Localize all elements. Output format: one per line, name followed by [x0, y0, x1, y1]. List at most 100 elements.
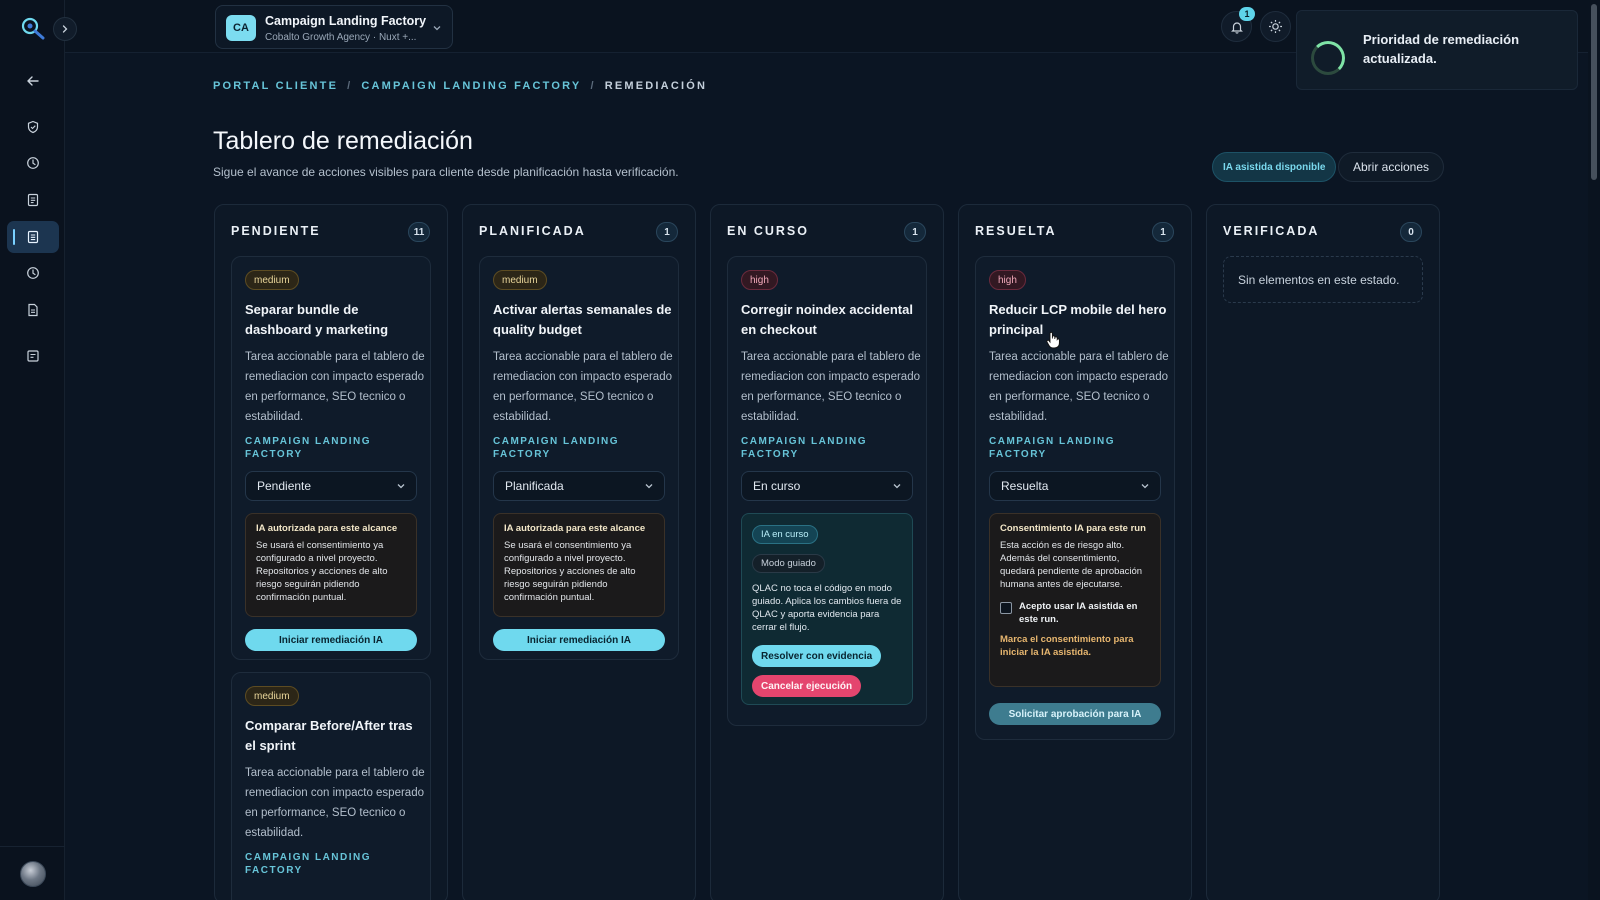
breadcrumb-separator: / — [347, 80, 353, 92]
shield-icon[interactable] — [18, 112, 48, 142]
ai-notice-title: IA autorizada para este alcance — [504, 523, 646, 534]
toast-notification[interactable]: Prioridad de remediación actualizada. — [1296, 10, 1578, 90]
card-project-label: CAMPAIGN LANDING FACTORY — [493, 436, 620, 460]
column-count-badge: 0 — [1400, 222, 1422, 242]
status-select[interactable]: En curso — [741, 471, 913, 501]
page-subtitle: Sigue el avance de acciones visibles par… — [213, 165, 679, 179]
start-ai-remediation-button[interactable]: Iniciar remediación IA — [493, 629, 665, 651]
cancel-execution-button[interactable]: Cancelar ejecución — [752, 675, 862, 697]
start-ai-remediation-button[interactable]: Iniciar remediación IA — [245, 629, 417, 651]
task-card[interactable]: high Corregir noindex accidental en chec… — [727, 256, 927, 726]
column-en-curso: EN CURSO 1 high Corregir noindex acciden… — [710, 204, 944, 900]
column-title: PLANIFICADA — [479, 224, 586, 238]
chevron-down-icon — [1141, 484, 1149, 489]
chevron-down-icon — [645, 484, 653, 489]
sun-icon — [1269, 20, 1282, 33]
breadcrumb-separator: / — [590, 80, 596, 92]
column-title: RESUELTA — [975, 224, 1057, 238]
ai-authorized-notice: IA autorizada para este alcance Se usará… — [245, 513, 417, 617]
open-actions-button[interactable]: Abrir acciones — [1338, 152, 1445, 182]
status-select-value: Resuelta — [1001, 479, 1049, 493]
breadcrumb-portal-link[interactable]: PORTAL CLIENTE — [213, 80, 338, 92]
empty-state: Sin elementos en este estado. — [1223, 256, 1423, 303]
ai-notice-text: Se usará el consentimiento ya configurad… — [504, 540, 636, 603]
user-avatar[interactable] — [20, 861, 46, 887]
column-pendiente: PENDIENTE 11 medium Separar bundle de da… — [214, 204, 448, 900]
priority-badge: high — [741, 270, 778, 290]
card-project-label: CAMPAIGN LANDING FACTORY — [245, 436, 372, 460]
history-icon[interactable] — [18, 258, 48, 288]
status-select[interactable]: Resuelta — [989, 471, 1161, 501]
status-select[interactable]: Planificada — [493, 471, 665, 501]
card-title: Separar bundle de dashboard y marketing — [245, 302, 389, 337]
toast-message: Prioridad de remediación actualizada. — [1363, 32, 1520, 66]
guided-mode-text: QLAC no toca el código en modo guiado. A… — [752, 583, 902, 633]
status-select-value: En curso — [753, 479, 801, 493]
consent-checkbox[interactable] — [1000, 602, 1012, 614]
back-arrow-icon[interactable] — [18, 66, 48, 96]
card-project-label: CAMPAIGN LANDING FACTORY — [741, 436, 868, 460]
card-project-label: CAMPAIGN LANDING FACTORY — [989, 436, 1116, 460]
breadcrumb: PORTAL CLIENTE / CAMPAIGN LANDING FACTOR… — [213, 80, 707, 92]
status-select[interactable]: Pendiente — [245, 471, 417, 501]
card-title: Activar alertas semanales de quality bud… — [493, 302, 672, 337]
project-name: Campaign Landing Factory — [265, 14, 427, 28]
card-description: Tarea accionable para el tablero de reme… — [493, 351, 673, 423]
app-logo-icon[interactable] — [20, 16, 46, 42]
chevron-down-icon — [433, 26, 441, 31]
project-avatar: CA — [226, 15, 256, 41]
card-title: Corregir noindex accidental en checkout — [741, 302, 913, 337]
ai-available-chip: IA asistida disponible — [1212, 152, 1337, 182]
chevron-right-icon — [62, 25, 68, 33]
ai-run-panel: IA en curso Modo guiado QLAC no toca el … — [741, 513, 913, 705]
ai-running-badge: IA en curso — [752, 525, 818, 544]
theme-toggle-button[interactable] — [1260, 11, 1291, 42]
scrollbar-thumb[interactable] — [1591, 4, 1597, 180]
request-ai-approval-button[interactable]: Solicitar aprobación para IA — [989, 703, 1161, 725]
consent-warning-text: Marca el consentimiento para iniciar la … — [1000, 634, 1134, 658]
consent-text: Esta acción es de riesgo alto. Además de… — [1000, 540, 1143, 590]
consent-title: Consentimiento IA para este run — [1000, 523, 1146, 534]
column-resuelta: RESUELTA 1 high Reducir LCP mobile del h… — [958, 204, 1192, 900]
consent-checkbox-row[interactable]: Acepto usar IA asistida en este run. — [1000, 600, 1150, 626]
chevron-down-icon — [893, 484, 901, 489]
ai-notice-title: IA autorizada para este alcance — [256, 523, 398, 534]
card-title: Comparar Before/After tras el sprint — [245, 718, 413, 753]
board-icon[interactable] — [7, 221, 59, 253]
card-description: Tarea accionable para el tablero de reme… — [245, 767, 425, 839]
page-scrollbar[interactable] — [1588, 0, 1600, 900]
expand-sidebar-button[interactable] — [53, 17, 77, 41]
project-selector[interactable]: CA Campaign Landing Factory Cobalto Grow… — [215, 5, 453, 49]
guided-mode-badge: Modo guiado — [752, 554, 825, 573]
project-subtitle: Cobalto Growth Agency · Nuxt +... — [265, 32, 417, 43]
priority-badge: medium — [493, 270, 547, 290]
card-description: Tarea accionable para el tablero de reme… — [741, 351, 921, 423]
consent-checkbox-label[interactable]: Acepto usar IA asistida en este run. — [1019, 600, 1150, 626]
card-project-label: CAMPAIGN LANDING FACTORY — [245, 852, 372, 876]
status-select-value: Planificada — [505, 479, 564, 493]
task-card[interactable]: medium Comparar Before/After tras el spr… — [231, 672, 431, 900]
priority-badge: medium — [245, 686, 299, 706]
breadcrumb-project-link[interactable]: CAMPAIGN LANDING FACTORY — [361, 80, 581, 92]
ai-notice-text: Se usará el consentimiento ya configurad… — [256, 540, 388, 603]
task-card[interactable]: medium Activar alertas semanales de qual… — [479, 256, 679, 660]
bell-icon — [1230, 21, 1243, 34]
task-card[interactable]: medium Separar bundle de dashboard y mar… — [231, 256, 431, 660]
column-count-badge: 1 — [656, 222, 678, 242]
ai-consent-panel: Consentimiento IA para este run Esta acc… — [989, 513, 1161, 687]
sidebar — [0, 0, 65, 900]
resolve-with-evidence-button[interactable]: Resolver con evidencia — [752, 645, 882, 667]
column-title: VERIFICADA — [1223, 224, 1320, 238]
clock-icon[interactable] — [18, 148, 48, 178]
breadcrumb-current: REMEDIACIÓN — [604, 80, 708, 92]
card-title: Reducir LCP mobile del hero principal — [989, 302, 1167, 337]
task-card[interactable]: high Reducir LCP mobile del hero princip… — [975, 256, 1175, 740]
ai-authorized-notice: IA autorizada para este alcance Se usará… — [493, 513, 665, 617]
column-count-badge: 1 — [904, 222, 926, 242]
loading-spinner-icon — [1311, 41, 1345, 75]
list-icon[interactable] — [18, 341, 48, 371]
hand-cursor-icon — [1045, 331, 1061, 354]
column-title: EN CURSO — [727, 224, 809, 238]
report-icon[interactable] — [18, 295, 48, 325]
document-icon[interactable] — [18, 185, 48, 215]
